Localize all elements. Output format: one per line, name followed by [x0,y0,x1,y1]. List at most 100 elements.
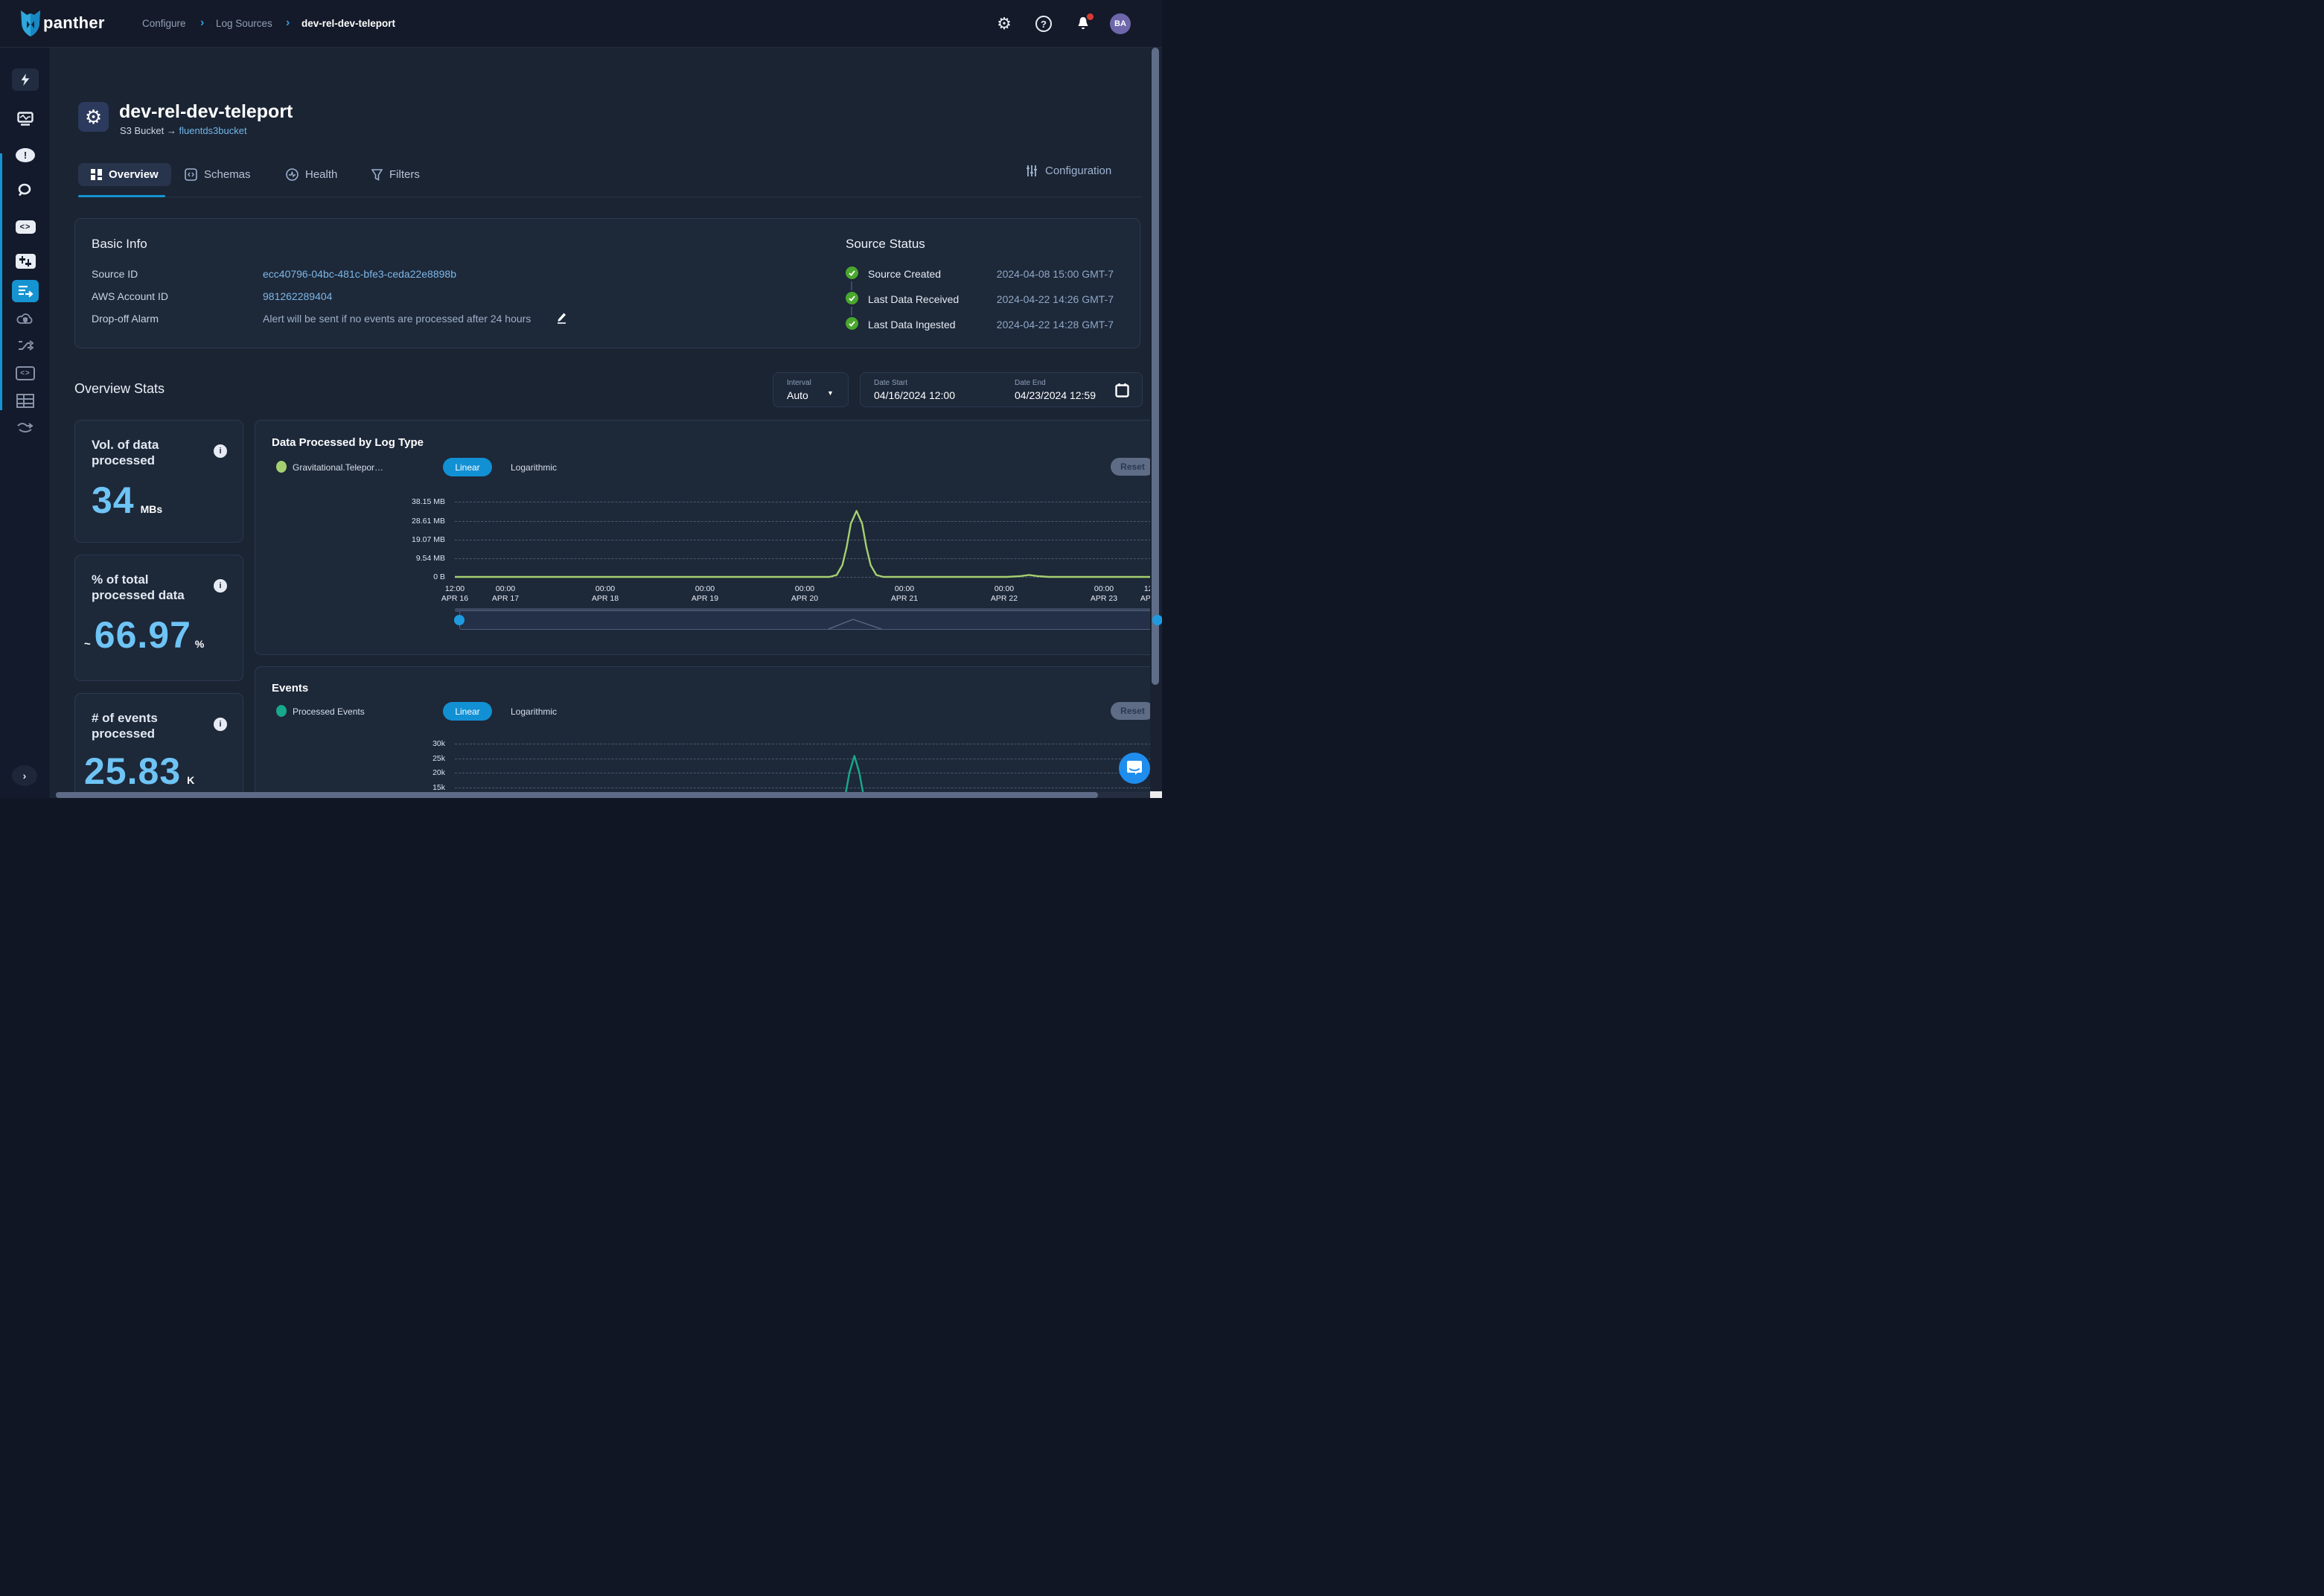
breadcrumb-chevron-icon: › [286,16,290,30]
sliders-icon [16,254,36,269]
chart2-logarithmic-button[interactable]: Logarithmic [511,702,557,721]
x-axis-tick: 00:00APR 17 [479,584,532,604]
stat-card-events: # of eventsprocessed i 25.83 K [74,693,243,798]
settings-gear-icon[interactable]: ⚙ [995,15,1013,33]
sidebar-item-alerts[interactable]: ! [12,144,39,166]
sidebar-item-cloud-security[interactable] [12,308,39,331]
edit-pencil-icon[interactable] [556,312,567,324]
sidebar-item-pipeline[interactable] [12,416,39,438]
sidebar-item-code-box[interactable]: <> [12,362,39,384]
monitor-pulse-icon [17,112,33,127]
source-id-value[interactable]: ecc40796-04bc-481c-bfe3-ceda22e8898b [263,268,456,280]
y-axis-tick: 28.61 MB [378,517,445,526]
topbar: panther Configure › Log Sources › dev-re… [0,0,1162,48]
tab-schemas-label: Schemas [204,168,251,181]
sidebar-item-search[interactable] [12,179,39,202]
sidebar-item-lightning[interactable] [12,68,39,91]
lightning-icon [19,73,32,86]
drop-off-alarm-label: Drop-off Alarm [92,313,159,325]
help-icon[interactable]: ? [1035,15,1053,33]
chart1-logarithmic-button[interactable]: Logarithmic [511,458,557,476]
chart2-linear-button[interactable]: Linear [443,702,492,721]
sidebar-item-monitor[interactable] [12,108,39,130]
breadcrumb-configure[interactable]: Configure [142,18,186,29]
chevron-down-icon: ▼ [827,389,834,397]
source-type-icon: ⚙ [78,102,109,132]
brush-handle-right[interactable] [1152,615,1162,625]
chart2-legend-dot [276,705,287,717]
x-axis-tick: 00:00APR 23 [1077,584,1131,604]
tab-schemas[interactable]: Schemas [185,163,251,186]
vertical-scrollbar-thumb[interactable] [1152,48,1159,685]
y-axis-tick: 30k [378,739,445,748]
sidebar-expand-button[interactable]: › [12,765,37,786]
sidebar-item-code[interactable]: <> [12,216,39,238]
tab-overview[interactable]: Overview [78,163,171,186]
source-id-label: Source ID [92,268,138,280]
stat-title: # of eventsprocessed [92,710,203,741]
y-axis-tick: 9.54 MB [378,554,445,563]
info-icon[interactable]: i [214,718,227,731]
sidebar-item-data-routing[interactable] [12,334,39,357]
scrollbar-corner [1150,791,1162,798]
cloud-shield-icon [16,313,34,326]
schemas-icon [185,168,197,181]
flow-arrows-icon [16,421,34,434]
chat-bubble-button[interactable] [1119,753,1150,784]
avatar[interactable]: BA [1110,13,1131,34]
tab-health-label: Health [305,168,337,181]
aws-account-id-value[interactable]: 981262289404 [263,290,332,302]
status-check-icon [846,292,858,304]
y-axis-tick: 38.15 MB [378,497,445,506]
source-status-title: Source Status [846,237,925,252]
chart1-linear-button[interactable]: Linear [443,458,492,476]
date-range-picker[interactable]: Date Start 04/16/2024 12:00 Date End 04/… [860,372,1143,407]
chart2-reset-button[interactable]: Reset [1111,702,1155,720]
chart1-legend-dot [276,461,287,473]
y-axis-tick: 15k [378,783,445,792]
arrow-right-icon: → [167,125,176,136]
page-subtitle: S3 Bucket → fluentds3bucket [120,125,247,136]
status-value: 2024-04-08 15:00 GMT-7 [954,268,1114,280]
alert-exclamation-icon: ! [16,148,35,162]
brush-handle-left[interactable] [454,615,465,625]
x-axis-tick: 00:00APR 22 [977,584,1031,604]
chart2-legend-label[interactable]: Processed Events [293,706,365,717]
stat-value: 34 [92,479,135,522]
chart1-reset-button[interactable]: Reset [1111,458,1155,476]
basic-info-title: Basic Info [92,237,147,252]
tab-health[interactable]: Health [286,163,337,186]
status-value: 2024-04-22 14:26 GMT-7 [954,293,1114,305]
stat-unit: % [195,638,204,650]
shuffle-arrows-icon [17,339,33,352]
info-icon[interactable]: i [214,579,227,593]
sidebar: ! <> [0,48,51,798]
sidebar-item-log-sources[interactable] [12,280,39,302]
stat-unit: MBs [141,503,163,515]
date-start-value[interactable]: 04/16/2024 12:00 [874,389,955,401]
status-check-icon [846,266,858,279]
sidebar-item-sliders[interactable] [12,250,39,272]
configuration-button[interactable]: Configuration [1026,165,1111,177]
notification-badge [1087,13,1094,20]
horizontal-scrollbar-thumb[interactable] [56,792,1098,798]
status-value: 2024-04-22 14:28 GMT-7 [954,319,1114,331]
chart1-legend-label[interactable]: Gravitational.Telepor… [293,462,383,473]
calendar-icon[interactable] [1115,383,1129,398]
panther-logo-icon[interactable] [19,9,42,37]
filters-funnel-icon [371,169,383,181]
breadcrumb-log-sources[interactable]: Log Sources [216,18,272,29]
date-end-value[interactable]: 04/23/2024 12:59 [1015,389,1096,401]
interval-select[interactable]: Interval Auto ▼ [773,372,849,407]
logo-wordmark[interactable]: panther [43,13,105,33]
brush-selection[interactable] [459,610,1158,630]
overview-stats-heading: Overview Stats [74,381,165,397]
sidebar-item-tables[interactable] [12,389,39,412]
breadcrumb-chevron-icon: › [200,16,204,30]
info-icon[interactable]: i [214,444,227,458]
x-axis-tick: 00:00APR 19 [678,584,732,604]
status-label: Last Data Received [868,293,959,305]
chart2-title: Events [272,682,308,695]
bucket-link[interactable]: fluentds3bucket [179,125,247,136]
tab-filters[interactable]: Filters [371,163,420,186]
